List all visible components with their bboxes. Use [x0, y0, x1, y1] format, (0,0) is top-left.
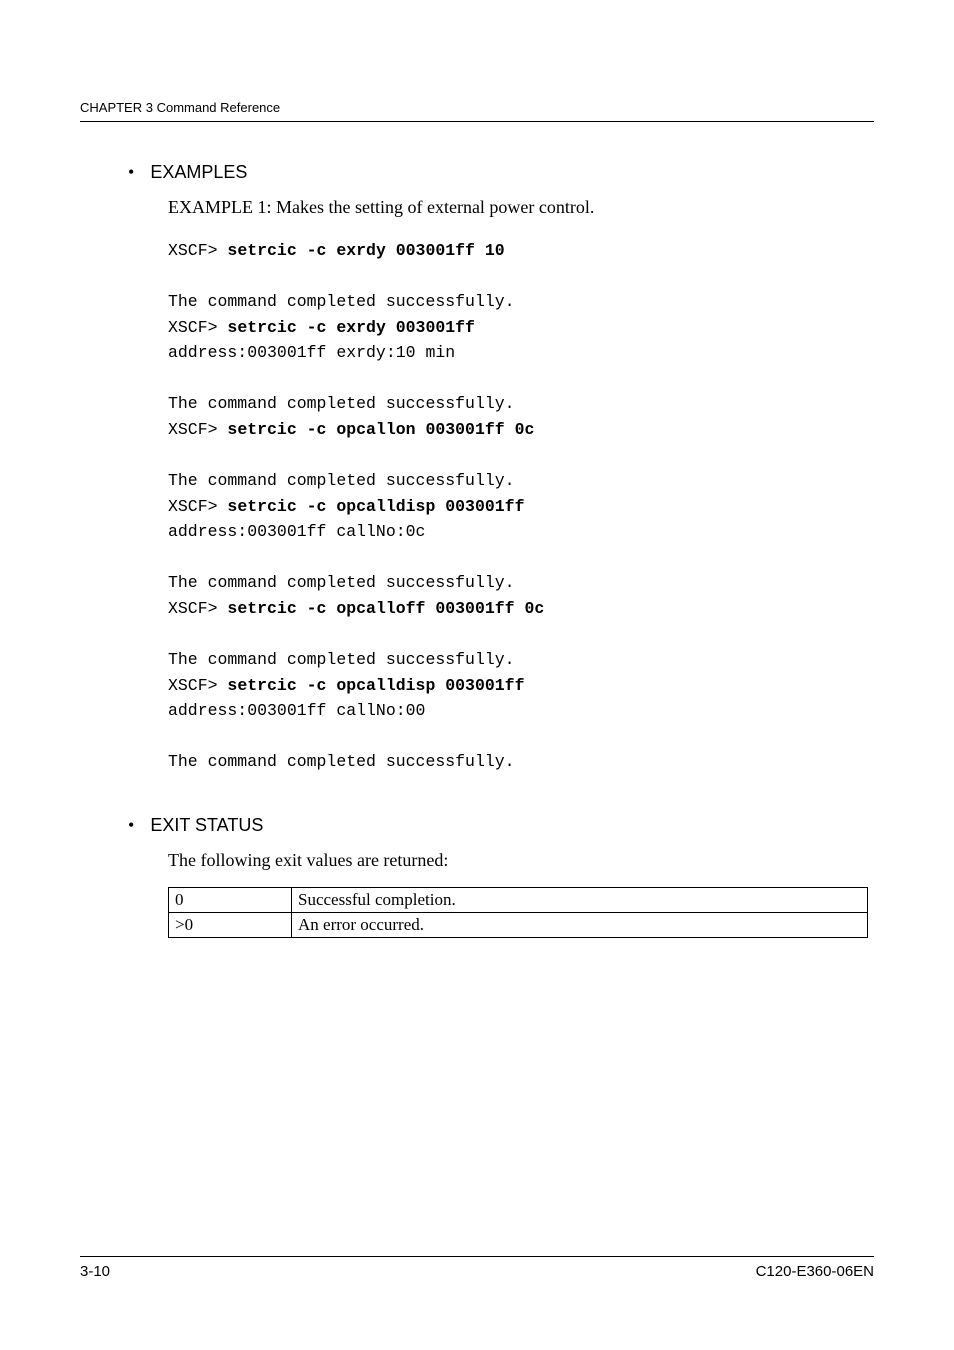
- exit-desc: An error occurred.: [292, 912, 868, 937]
- cli-prompt: XSCF>: [168, 318, 227, 337]
- cli-output: The command completed successfully.: [168, 471, 515, 490]
- cli-output: address:003001ff callNo:00: [168, 701, 425, 720]
- doc-id: C120-E360-06EN: [756, 1263, 874, 1280]
- cli-command: setrcic -c exrdy 003001ff: [227, 318, 475, 337]
- chapter-label: CHAPTER 3 Command Reference: [80, 100, 280, 115]
- cli-command: setrcic -c opcallon 003001ff 0c: [227, 420, 534, 439]
- exit-desc: Successful completion.: [292, 887, 868, 912]
- cli-output: The command completed successfully.: [168, 650, 515, 669]
- table-row: >0An error occurred.: [169, 912, 868, 937]
- cli-output: The command completed successfully.: [168, 752, 515, 771]
- exit-code: 0: [169, 887, 292, 912]
- cli-output: The command completed successfully.: [168, 292, 515, 311]
- example-1-label: EXAMPLE 1: Makes the setting of external…: [168, 197, 874, 218]
- cli-prompt: XSCF>: [168, 241, 227, 260]
- cli-command: setrcic -c opcalldisp 003001ff: [227, 497, 524, 516]
- examples-heading-row: • EXAMPLES: [128, 162, 874, 197]
- cli-prompt: XSCF>: [168, 676, 227, 695]
- exit-status-heading: EXIT STATUS: [150, 815, 263, 836]
- cli-prompt: XSCF>: [168, 420, 227, 439]
- cli-output: address:003001ff exrdy:10 min: [168, 343, 455, 362]
- cli-output: address:003001ff callNo:0c: [168, 522, 425, 541]
- bullet-icon: •: [128, 816, 134, 834]
- exit-status-intro: The following exit values are returned:: [168, 850, 874, 871]
- cli-prompt: XSCF>: [168, 599, 227, 618]
- exit-status-table: 0Successful completion.>0An error occurr…: [168, 887, 868, 938]
- exit-code: >0: [169, 912, 292, 937]
- examples-heading: EXAMPLES: [150, 162, 247, 183]
- table-row: 0Successful completion.: [169, 887, 868, 912]
- cli-command: setrcic -c exrdy 003001ff 10: [227, 241, 504, 260]
- bullet-icon: •: [128, 163, 134, 181]
- cli-output: The command completed successfully.: [168, 573, 515, 592]
- exit-status-heading-row: • EXIT STATUS: [128, 815, 874, 850]
- page-footer: 3-10 C120-E360-06EN: [80, 1256, 874, 1280]
- cli-prompt: XSCF>: [168, 497, 227, 516]
- page-header: CHAPTER 3 Command Reference: [80, 100, 874, 122]
- cli-output: The command completed successfully.: [168, 394, 515, 413]
- page-number: 3-10: [80, 1263, 110, 1280]
- cli-command: setrcic -c opcalloff 003001ff 0c: [227, 599, 544, 618]
- code-block: XSCF> setrcic -c exrdy 003001ff 10 The c…: [168, 238, 874, 775]
- cli-command: setrcic -c opcalldisp 003001ff: [227, 676, 524, 695]
